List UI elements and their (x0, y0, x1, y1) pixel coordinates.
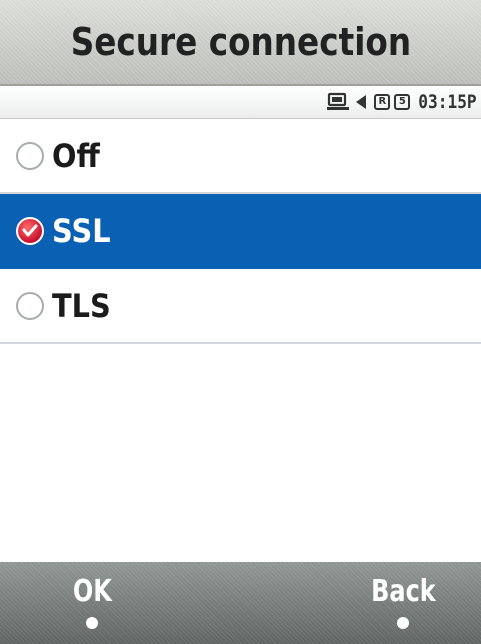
option-off[interactable]: Off (0, 119, 481, 194)
option-tls[interactable]: TLS (0, 269, 481, 344)
screen: Secure connection R 5 03:15P Off SSL TLS… (0, 0, 481, 644)
option-label: SSL (52, 211, 111, 250)
network-icon (326, 92, 350, 112)
option-label: TLS (52, 286, 111, 325)
option-ssl[interactable]: SSL (0, 194, 481, 269)
option-list: Off SSL TLS (0, 119, 481, 344)
five-box-icon: 5 (394, 92, 411, 112)
softkey-bar: OK Back (0, 562, 481, 644)
ok-softkey[interactable]: OK (56, 574, 128, 640)
left-softkey-dot-icon (86, 617, 98, 629)
option-label: Off (52, 136, 100, 175)
status-bar: R 5 03:15P (0, 86, 481, 119)
radio-unchecked-icon[interactable] (16, 141, 44, 170)
radio-checked-icon[interactable] (16, 216, 44, 245)
status-time: 03:15P (418, 91, 477, 113)
back-softkey-label: Back (370, 574, 436, 609)
page-title: Secure connection (70, 20, 411, 64)
right-softkey-dot-icon (397, 617, 409, 629)
radio-unchecked-icon[interactable] (16, 291, 44, 320)
ok-softkey-label: OK (72, 574, 112, 609)
volume-icon (354, 92, 370, 112)
r-box-icon: R (374, 92, 391, 112)
title-bar: Secure connection (0, 0, 481, 86)
back-softkey[interactable]: Back (361, 574, 445, 640)
